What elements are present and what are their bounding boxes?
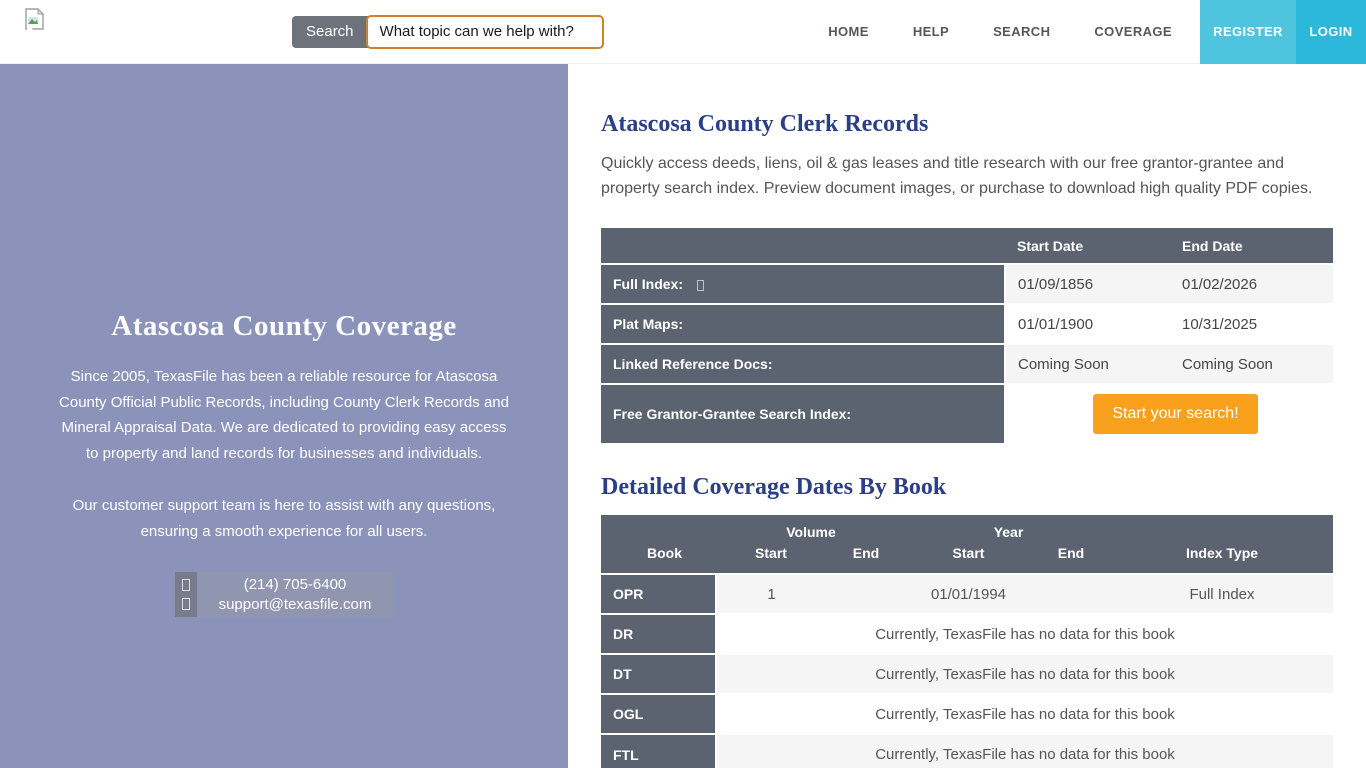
email-icon <box>182 598 190 610</box>
main-nav: HOME HELP SEARCH COVERAGE <box>828 24 1172 39</box>
clerk-records-description: Quickly access deeds, liens, oil & gas l… <box>601 151 1325 201</box>
book-label: OPR <box>601 574 716 614</box>
no-data-message: Currently, TexasFile has no data for thi… <box>716 694 1333 734</box>
row-label-grantor-grantee-index: Free Grantor-Grantee Search Index: <box>601 384 1005 443</box>
table-row: Linked Reference Docs: Coming Soon Comin… <box>601 344 1333 384</box>
search-input[interactable] <box>366 15 604 49</box>
row-label-plat-maps: Plat Maps: <box>601 304 1005 344</box>
col-header-book: Book <box>601 541 716 574</box>
contact-icon-column <box>175 572 197 617</box>
opr-volume-end <box>826 574 906 614</box>
clerk-records-title: Atascosa County Clerk Records <box>601 111 1333 138</box>
opr-index-type: Full Index <box>1111 574 1333 614</box>
table-row: Full Index: 01/09/1856 01/02/2026 <box>601 264 1333 304</box>
linked-docs-start-date: Coming Soon <box>1005 344 1170 384</box>
nav-help[interactable]: HELP <box>913 24 949 39</box>
opr-volume-start: 1 <box>716 574 826 614</box>
nav-coverage[interactable]: COVERAGE <box>1094 24 1172 39</box>
table-row-ftl: FTL Currently, TexasFile has no data for… <box>601 734 1333 768</box>
book-label: DT <box>601 654 716 694</box>
summary-header-spacer <box>601 228 1005 264</box>
no-data-message: Currently, TexasFile has no data for thi… <box>716 614 1333 654</box>
sidebar-paragraph-2: Our customer support team is here to ass… <box>54 493 514 544</box>
sidebar-paragraph-1: Since 2005, TexasFile has been a reliabl… <box>54 364 514 466</box>
no-data-message: Currently, TexasFile has no data for thi… <box>716 734 1333 768</box>
col-header-volume-start: Start <box>716 541 826 574</box>
nav-home[interactable]: HOME <box>828 24 869 39</box>
county-coverage-sidebar: Atascosa County Coverage Since 2005, Tex… <box>0 64 568 768</box>
full-index-start-date: 01/09/1856 <box>1005 264 1170 304</box>
sidebar-title: Atascosa County Coverage <box>54 310 514 343</box>
coverage-summary-table: Start Date End Date Full Index: 01/09/18… <box>601 228 1333 443</box>
info-icon[interactable] <box>697 280 704 291</box>
full-index-end-date: 01/02/2026 <box>1170 264 1333 304</box>
opr-year-start: 01/01/1994 <box>906 574 1031 614</box>
group-header-volume: Volume <box>716 515 906 541</box>
summary-header-row: Start Date End Date <box>601 228 1333 264</box>
search-button[interactable]: Search <box>292 16 368 48</box>
summary-header-end: End Date <box>1170 228 1333 264</box>
login-button[interactable]: LOGIN <box>1296 0 1366 64</box>
detailed-coverage-title: Detailed Coverage Dates By Book <box>601 474 1333 501</box>
group-header-year: Year <box>906 515 1111 541</box>
summary-header-start: Start Date <box>1005 228 1170 264</box>
row-label-linked-reference-docs: Linked Reference Docs: <box>601 344 1005 384</box>
col-header-volume-end: End <box>826 541 906 574</box>
col-header-index-type: Index Type <box>1111 541 1333 574</box>
col-header-year-end: End <box>1031 541 1111 574</box>
contact-lines: (214) 705-6400 support@texasfile.com <box>197 572 393 617</box>
book-label: FTL <box>601 734 716 768</box>
opr-year-end <box>1031 574 1111 614</box>
row-label-full-index: Full Index: <box>601 264 1005 304</box>
main-content: Atascosa County Clerk Records Quickly ac… <box>568 64 1366 768</box>
plat-maps-start-date: 01/01/1900 <box>1005 304 1170 344</box>
help-search: Search <box>292 15 604 49</box>
table-row-dr: DR Currently, TexasFile has no data for … <box>601 614 1333 654</box>
book-label: OGL <box>601 694 716 734</box>
table-row-opr: OPR 1 01/01/1994 Full Index <box>601 574 1333 614</box>
contact-box: (214) 705-6400 support@texasfile.com <box>175 572 393 617</box>
group-spacer <box>601 515 716 541</box>
plat-maps-end-date: 10/31/2025 <box>1170 304 1333 344</box>
phone-icon <box>182 579 190 591</box>
table-row: Plat Maps: 01/01/1900 10/31/2025 <box>601 304 1333 344</box>
nav-search[interactable]: SEARCH <box>993 24 1050 39</box>
start-your-search-button[interactable]: Start your search! <box>1093 394 1257 434</box>
table-row-ogl: OGL Currently, TexasFile has no data for… <box>601 694 1333 734</box>
table-row-dt: DT Currently, TexasFile has no data for … <box>601 654 1333 694</box>
book-table-group-header: Volume Year <box>601 515 1333 541</box>
site-logo[interactable] <box>0 8 60 56</box>
table-row: Free Grantor-Grantee Search Index: Start… <box>601 384 1333 443</box>
col-header-year-start: Start <box>906 541 1031 574</box>
linked-docs-end-date: Coming Soon <box>1170 344 1333 384</box>
email-link[interactable]: support@texasfile.com <box>197 596 393 613</box>
broken-image-icon <box>24 8 45 31</box>
book-label: DR <box>601 614 716 654</box>
start-search-cell: Start your search! <box>1005 384 1333 443</box>
no-data-message: Currently, TexasFile has no data for thi… <box>716 654 1333 694</box>
group-spacer <box>1111 515 1333 541</box>
top-header: Search HOME HELP SEARCH COVERAGE REGISTE… <box>0 0 1366 64</box>
phone-link[interactable]: (214) 705-6400 <box>197 576 393 593</box>
book-table-column-header: Book Start End Start End Index Type <box>601 541 1333 574</box>
coverage-by-book-table: Volume Year Book Start End Start End Ind… <box>601 515 1333 768</box>
register-button[interactable]: REGISTER <box>1200 0 1296 64</box>
